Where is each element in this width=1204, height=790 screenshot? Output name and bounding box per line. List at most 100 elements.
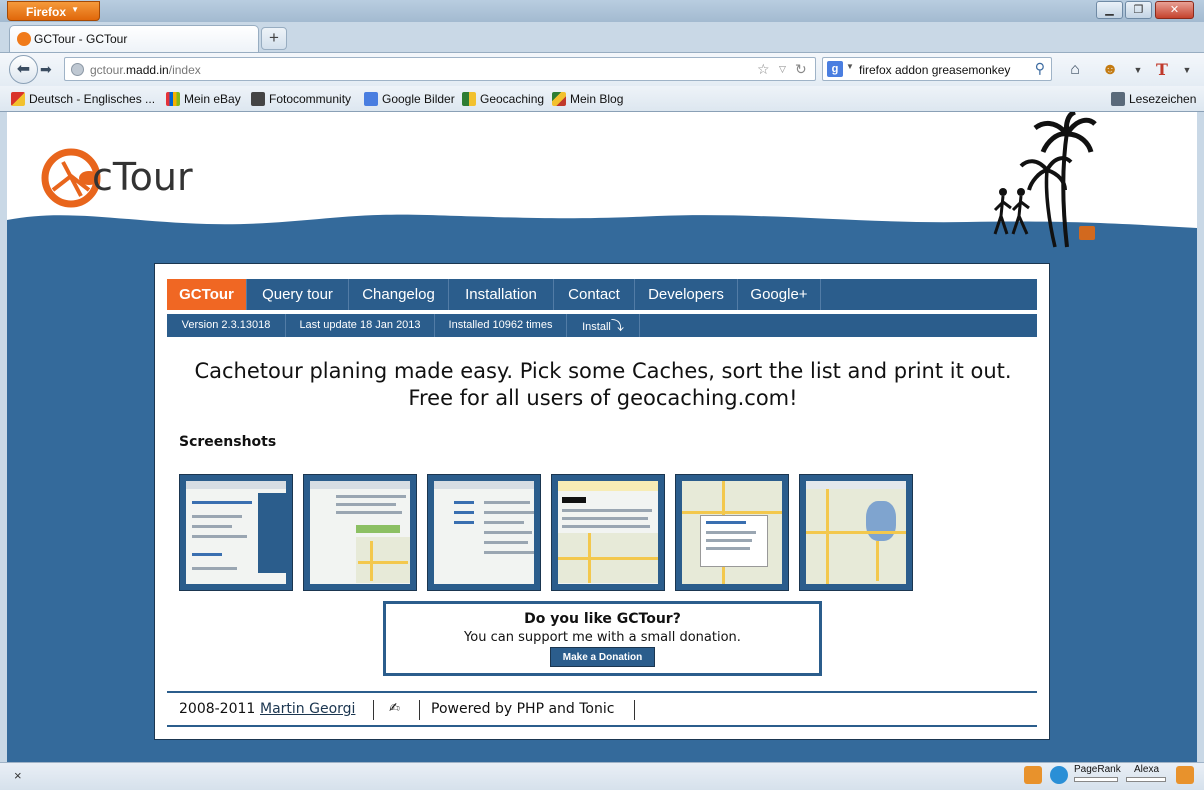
bookmarks-toolbar: Deutsch - Englisches ... Mein eBay Fotoc… xyxy=(0,86,1204,112)
greasemonkey-icon[interactable]: ☻ xyxy=(1099,59,1121,81)
screenshots-heading: Screenshots xyxy=(179,434,277,450)
edit-icon[interactable]: ✍ xyxy=(389,701,400,716)
bookmark-label: Geocaching xyxy=(480,92,545,106)
bookmark-star-icon[interactable]: ☆ xyxy=(757,61,770,78)
screenshot-thumbnail[interactable] xyxy=(427,474,541,591)
main-menu: GCTour Query tour Changelog Installation… xyxy=(167,279,1037,310)
google-engine-icon[interactable]: g xyxy=(827,61,843,77)
info-bar: Version 2.3.13018 Last update 18 Jan 201… xyxy=(167,314,1037,337)
chevron-down-icon[interactable]: ▼ xyxy=(1176,59,1198,81)
gctour-favicon-icon xyxy=(17,32,31,46)
new-tab-button[interactable]: + xyxy=(261,27,287,50)
donation-box: Do you like GCTour? You can support me w… xyxy=(383,601,822,676)
main-panel: GCTour Query tour Changelog Installation… xyxy=(154,263,1050,740)
screenshot-thumbnail[interactable] xyxy=(303,474,417,591)
maximize-button[interactable]: ❐ xyxy=(1125,1,1152,19)
bookmark-item[interactable]: Google Bilder xyxy=(364,92,455,106)
close-icon[interactable]: × xyxy=(14,768,22,783)
author-link[interactable]: Martin Georgi xyxy=(260,701,355,717)
firefox-menu-label: Firefox xyxy=(26,5,67,19)
bookmark-item[interactable]: Mein Blog xyxy=(552,92,623,106)
addon-icon[interactable] xyxy=(1176,766,1194,784)
home-icon[interactable]: ⌂ xyxy=(1064,59,1086,81)
screenshot-image xyxy=(558,481,658,584)
headline-line-1: Cachetour planing made easy. Pick some C… xyxy=(194,359,1012,383)
bookmark-label: Deutsch - Englisches ... xyxy=(29,92,156,106)
page-content: cTour GCTour Query tour Changelog Instal… xyxy=(7,112,1197,762)
bookmark-item[interactable]: Mein eBay xyxy=(166,92,241,106)
star-icon xyxy=(1111,92,1125,106)
tab-gctour[interactable]: GCTour xyxy=(167,279,247,310)
make-donation-button[interactable]: Make a Donation xyxy=(549,647,656,667)
tab-installation[interactable]: Installation xyxy=(449,279,554,310)
pagerank-meter xyxy=(1074,777,1118,782)
bookmark-item[interactable]: Fotocommunity xyxy=(251,92,351,106)
url-prefix: gctour. xyxy=(90,63,127,77)
chevron-down-icon: ▼ xyxy=(71,5,79,14)
screenshot-image xyxy=(186,481,286,584)
copyright-years: 2008-2011 xyxy=(179,701,256,717)
page-headline: Cachetour planing made easy. Pick some C… xyxy=(155,358,1051,412)
bookmark-label: Mein Blog xyxy=(570,92,624,106)
last-update-label: Last update 18 Jan 2013 xyxy=(286,314,435,337)
bookmark-item[interactable]: Geocaching xyxy=(462,92,544,106)
history-dropdown-icon[interactable]: ▽ xyxy=(779,64,786,75)
chevron-down-icon[interactable]: ▼ xyxy=(846,62,854,71)
firefox-menu-button[interactable]: Firefox ▼ xyxy=(7,1,100,21)
screenshot-thumbnail[interactable] xyxy=(179,474,293,591)
screenshot-image xyxy=(310,481,410,584)
tab-developers[interactable]: Developers xyxy=(635,279,738,310)
back-button[interactable]: ⬅ xyxy=(9,55,38,84)
headline-line-2: Free for all users of geocaching.com! xyxy=(408,386,798,410)
navigation-toolbar: ⬅ ➡ gctour.madd.in/index ☆ ▽ ↻ g ▼ firef… xyxy=(0,52,1204,86)
translate-icon[interactable]: T xyxy=(1151,59,1173,81)
url-path: /index xyxy=(168,63,201,77)
alexa-meter xyxy=(1126,777,1166,782)
palm-trees-hikers-illustration xyxy=(993,112,1097,248)
screenshot-thumbnail[interactable] xyxy=(551,474,665,591)
bookmark-item[interactable]: Deutsch - Englisches ... xyxy=(11,92,155,106)
alexa-label: Alexa xyxy=(1134,764,1160,775)
tab-changelog[interactable]: Changelog xyxy=(349,279,449,310)
screenshot-image xyxy=(682,481,782,584)
gctour-logo: cTour xyxy=(41,148,193,208)
tab-title: GCTour - GCTour xyxy=(34,32,128,46)
url-bar[interactable]: gctour.madd.in/index ☆ ▽ ↻ xyxy=(64,57,816,81)
google-icon xyxy=(364,92,378,106)
close-button[interactable]: ✕ xyxy=(1155,1,1194,19)
search-input[interactable]: g ▼ firefox addon greasemonkey ⚲ xyxy=(822,57,1052,81)
tab-contact[interactable]: Contact xyxy=(554,279,635,310)
notes-icon[interactable] xyxy=(1024,766,1042,784)
minimize-button[interactable]: ▁ xyxy=(1096,1,1123,19)
installed-count-label: Installed 10962 times xyxy=(435,314,567,337)
bookmarks-menu-label: Lesezeichen xyxy=(1129,92,1197,106)
page-footer: 2008-2011 Martin Georgi ✍ Powered by PHP… xyxy=(167,691,1037,727)
bookmark-label: Mein eBay xyxy=(184,92,241,106)
screenshot-thumbnail[interactable] xyxy=(675,474,789,591)
browser-window: Firefox ▼ ▁ ❐ ✕ GCTour - GCTour + ⬅ ➡ gc… xyxy=(0,0,1204,790)
pagerank-label: PageRank xyxy=(1074,764,1121,775)
reload-icon[interactable]: ↻ xyxy=(795,61,807,78)
search-icon[interactable]: ⚲ xyxy=(1035,60,1045,77)
chevron-down-icon[interactable]: ▼ xyxy=(1127,59,1149,81)
site-identity-icon[interactable] xyxy=(71,63,84,76)
blog-icon xyxy=(552,92,566,106)
tab-google-plus[interactable]: Google+ xyxy=(738,279,821,310)
fotocommunity-icon xyxy=(251,92,265,106)
dictionary-icon xyxy=(11,92,25,106)
download-icon: ⤵ xyxy=(610,318,624,333)
screenshot-image xyxy=(434,481,534,584)
bookmark-label: Google Bilder xyxy=(382,92,455,106)
bookmarks-menu-button[interactable]: Lesezeichen xyxy=(1111,92,1196,106)
tab-query-tour[interactable]: Query tour xyxy=(247,279,349,310)
install-link[interactable]: Install⤵ xyxy=(567,314,640,337)
geocaching-icon xyxy=(462,92,476,106)
status-bar: × PageRank Alexa xyxy=(0,762,1204,790)
footer-divider xyxy=(373,700,374,720)
ebay-icon xyxy=(166,92,180,106)
screenshot-image xyxy=(806,481,906,584)
forward-button[interactable]: ➡ xyxy=(40,61,62,79)
email-icon[interactable] xyxy=(1050,766,1068,784)
screenshot-thumbnail[interactable] xyxy=(799,474,913,591)
tab-gctour[interactable]: GCTour - GCTour xyxy=(9,25,259,52)
